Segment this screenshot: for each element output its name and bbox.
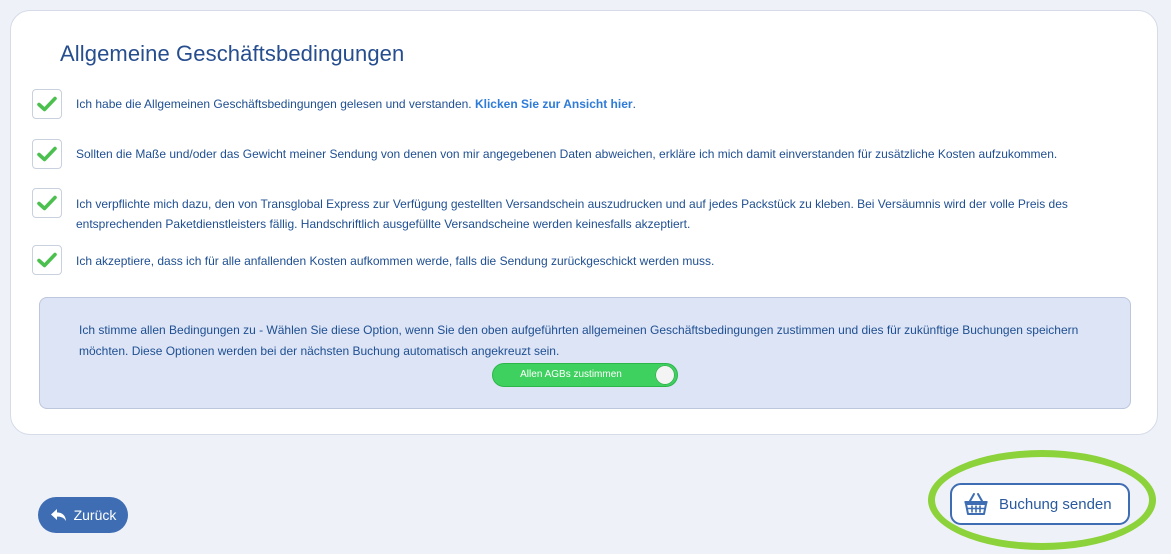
checkmark-icon <box>37 96 57 112</box>
accept-all-toggle-label: Allen AGBs zustimmen <box>520 369 622 380</box>
reply-arrow-icon <box>50 509 66 521</box>
terms-text-label: Ich verpflichte mich dazu, den von Trans… <box>76 197 1068 231</box>
terms-checkbox-read[interactable] <box>32 89 62 119</box>
page-title: Allgemeine Geschäftsbedingungen <box>60 41 405 66</box>
accept-all-toggle[interactable]: Allen AGBs zustimmen <box>492 363 678 387</box>
shopping-basket-icon <box>964 493 988 515</box>
back-button-label: Zurück <box>73 507 117 523</box>
back-button[interactable]: Zurück <box>38 497 128 533</box>
terms-item-dimensions: Sollten die Maße und/oder das Gewicht me… <box>32 139 1057 169</box>
checkmark-icon <box>37 195 57 211</box>
terms-checkbox-dimensions[interactable] <box>32 139 62 169</box>
terms-item-label: Ich verpflichte mich dazu, den von Trans… <box>32 188 1116 234</box>
terms-text-return-costs: Ich akzeptiere, dass ich für alle anfall… <box>76 254 715 268</box>
consent-text: Ich stimme allen Bedingungen zu - Wählen… <box>79 323 1079 358</box>
terms-view-link[interactable]: Klicken Sie zur Ansicht hier <box>475 97 633 111</box>
terms-checkbox-return-costs[interactable] <box>32 245 62 275</box>
toggle-knob <box>655 365 675 385</box>
terms-text-read-main: Ich habe die Allgemeinen Geschäftsbeding… <box>76 97 475 111</box>
terms-checkbox-label[interactable] <box>32 188 62 218</box>
checkmark-icon <box>37 146 57 162</box>
terms-card: Allgemeine Geschäftsbedingungen Ich habe… <box>10 10 1158 435</box>
submit-booking-label: Buchung senden <box>999 495 1112 513</box>
terms-item-read: Ich habe die Allgemeinen Geschäftsbeding… <box>32 89 636 119</box>
checkmark-icon <box>37 252 57 268</box>
terms-text-read: Ich habe die Allgemeinen Geschäftsbeding… <box>76 94 636 114</box>
terms-item-return-costs: Ich akzeptiere, dass ich für alle anfall… <box>32 245 714 275</box>
submit-booking-button[interactable]: Buchung senden <box>950 483 1130 525</box>
terms-text-dimensions: Sollten die Maße und/oder das Gewicht me… <box>76 147 1058 161</box>
consent-box: Ich stimme allen Bedingungen zu - Wählen… <box>39 297 1131 409</box>
terms-text-read-suffix: . <box>632 97 636 111</box>
